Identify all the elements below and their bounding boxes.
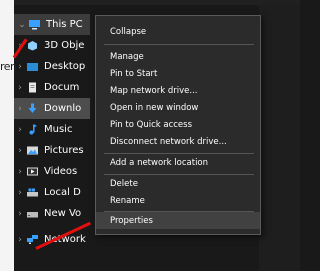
tree-item-videos[interactable]: › Videos: [14, 161, 90, 182]
chevron-right-icon[interactable]: ›: [14, 235, 26, 245]
menu-item-map-network-drive[interactable]: Map network drive...: [96, 82, 260, 99]
picture-icon: [26, 145, 39, 156]
menu-item-disconnect-network-drive[interactable]: Disconnect network drive...: [96, 133, 260, 150]
download-arrow-icon: [26, 103, 39, 114]
menu-item-pin-to-start[interactable]: Pin to Start: [96, 65, 260, 82]
chevron-right-icon[interactable]: ›: [14, 104, 26, 114]
tree-item-label: New Vo: [44, 208, 82, 219]
chevron-right-icon[interactable]: ›: [14, 167, 26, 177]
menu-item-properties[interactable]: Properties: [96, 212, 260, 229]
drive-icon: [26, 187, 39, 198]
tree-item-music[interactable]: › Music: [14, 119, 90, 140]
tree-item-label: Desktop: [44, 61, 86, 72]
chevron-right-icon[interactable]: ›: [14, 209, 26, 219]
menu-item-open-in-new-window[interactable]: Open in new window: [96, 99, 260, 116]
tree-item-local-disk[interactable]: › Local D: [14, 182, 90, 203]
menu-item-rename[interactable]: Rename: [96, 192, 260, 209]
network-icon: [26, 234, 39, 245]
computer-icon: [28, 19, 41, 30]
tree-item-label: Videos: [44, 166, 78, 177]
document-icon: [26, 82, 39, 93]
menu-item-add-network-location[interactable]: Add a network location: [96, 154, 260, 171]
drive-icon: [26, 208, 39, 219]
menu-separator: [104, 44, 254, 45]
video-icon: [26, 166, 39, 177]
tree-item-new-volume[interactable]: › New Vo: [14, 203, 90, 224]
chevron-right-icon[interactable]: ›: [14, 146, 26, 156]
cube-icon: [26, 40, 39, 51]
tree-item-label: This PC: [46, 19, 83, 30]
tree-item-pictures[interactable]: › Pictures: [14, 140, 90, 161]
tree-item-label: Pictures: [44, 145, 84, 156]
background-window-edge: [0, 0, 14, 271]
tree-item-downloads[interactable]: › Downlo: [14, 98, 90, 119]
content-pane-edge: [259, 5, 300, 271]
tree-item-this-pc[interactable]: ⌄ This PC: [14, 14, 90, 35]
menu-item-collapse[interactable]: Collapse: [96, 23, 260, 40]
menu-item-manage[interactable]: Manage: [96, 48, 260, 65]
navigation-tree: ⌄ This PC › 3D Obje › Desktop › Docum › …: [14, 5, 94, 271]
context-menu: Collapse Manage Pin to Start Map network…: [95, 15, 261, 235]
tree-item-label: Downlo: [44, 103, 82, 114]
chevron-right-icon[interactable]: ›: [14, 83, 26, 93]
tree-item-label: Docum: [44, 82, 80, 93]
tree-item-desktop[interactable]: › Desktop: [14, 56, 90, 77]
desktop-folder-icon: [26, 61, 39, 72]
tree-item-label: Local D: [44, 187, 81, 198]
music-note-icon: [26, 124, 39, 135]
menu-item-pin-to-quick-access[interactable]: Pin to Quick access: [96, 116, 260, 133]
chevron-right-icon[interactable]: ›: [14, 188, 26, 198]
tree-item-label: 3D Obje: [44, 40, 85, 51]
chevron-right-icon[interactable]: ›: [14, 62, 26, 72]
chevron-down-icon[interactable]: ⌄: [14, 20, 28, 30]
tree-item-documents[interactable]: › Docum: [14, 77, 90, 98]
chevron-right-icon[interactable]: ›: [14, 125, 26, 135]
menu-item-delete[interactable]: Delete: [96, 175, 260, 192]
tree-item-label: Music: [44, 124, 73, 135]
